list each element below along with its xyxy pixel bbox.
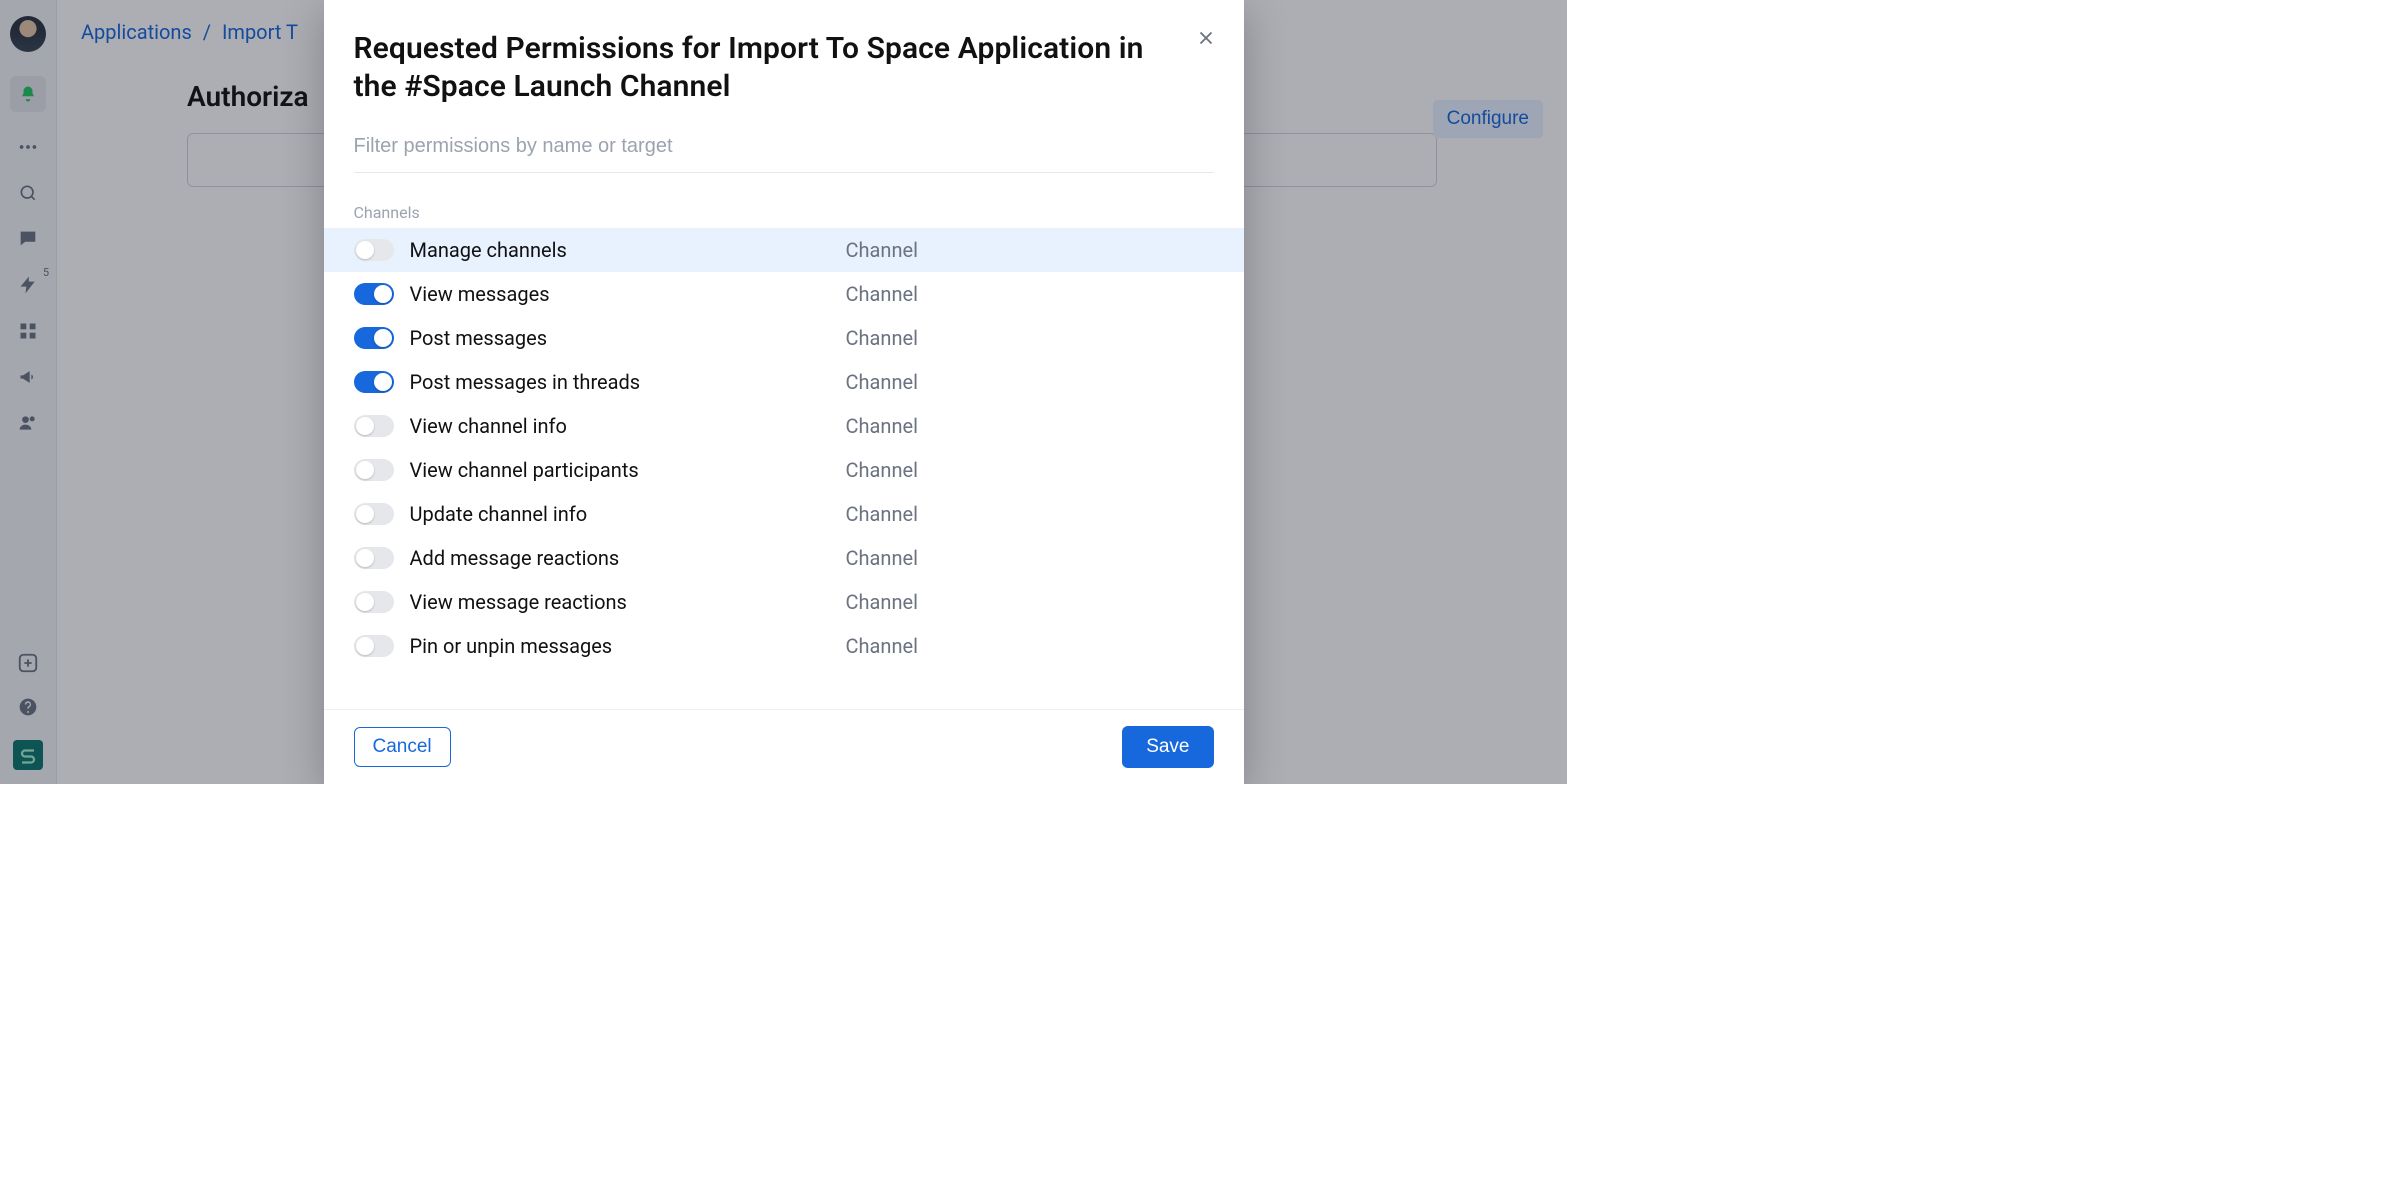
permission-toggle[interactable] — [354, 283, 394, 305]
permission-row: Add message reactions Channel — [324, 536, 1244, 580]
permission-row: View messages Channel — [324, 272, 1244, 316]
permission-row: View channel participants Channel — [324, 448, 1244, 492]
permission-target: Channel — [846, 546, 918, 570]
permission-label: View channel info — [410, 414, 830, 438]
permission-row: View message reactions Channel — [324, 580, 1244, 624]
permission-target: Channel — [846, 238, 918, 262]
permission-target: Channel — [846, 282, 918, 306]
cancel-button[interactable]: Cancel — [354, 727, 451, 767]
permission-label: Manage channels — [410, 238, 830, 262]
permission-row: Post messages Channel — [324, 316, 1244, 360]
permission-toggle[interactable] — [354, 239, 394, 261]
permission-toggle[interactable] — [354, 503, 394, 525]
permission-toggle[interactable] — [354, 415, 394, 437]
permission-label: Pin or unpin messages — [410, 634, 830, 658]
permission-target: Channel — [846, 590, 918, 614]
permission-toggle[interactable] — [354, 327, 394, 349]
save-button[interactable]: Save — [1122, 726, 1213, 768]
permission-target: Channel — [846, 458, 918, 482]
permission-row: Pin or unpin messages Channel — [324, 624, 1244, 668]
filter-input[interactable] — [354, 125, 1214, 173]
permission-toggle[interactable] — [354, 459, 394, 481]
permission-target: Channel — [846, 414, 918, 438]
permission-row: View channel info Channel — [324, 404, 1244, 448]
permission-label: Add message reactions — [410, 546, 830, 570]
permission-toggle[interactable] — [354, 591, 394, 613]
permission-target: Channel — [846, 634, 918, 658]
group-label: Channels — [324, 189, 1244, 228]
permission-toggle[interactable] — [354, 547, 394, 569]
permission-label: Post messages in threads — [410, 370, 830, 394]
permission-target: Channel — [846, 370, 918, 394]
permission-toggle[interactable] — [354, 635, 394, 657]
permission-label: Post messages — [410, 326, 830, 350]
permission-row: Manage channels Channel — [324, 228, 1244, 272]
permission-row: Update channel info Channel — [324, 492, 1244, 536]
permissions-list: Channels Manage channelsChannelView mess… — [324, 185, 1244, 709]
permission-label: View channel participants — [410, 458, 830, 482]
permission-target: Channel — [846, 502, 918, 526]
permission-label: Update channel info — [410, 502, 830, 526]
permission-row: Post messages in threads Channel — [324, 360, 1244, 404]
permission-toggle[interactable] — [354, 371, 394, 393]
permissions-modal: Requested Permissions for Import To Spac… — [324, 0, 1244, 784]
permission-label: View message reactions — [410, 590, 830, 614]
modal-title: Requested Permissions for Import To Spac… — [354, 30, 1188, 107]
permission-target: Channel — [846, 326, 918, 350]
permission-label: View messages — [410, 282, 830, 306]
close-icon — [1195, 27, 1217, 49]
close-button[interactable] — [1192, 24, 1220, 52]
